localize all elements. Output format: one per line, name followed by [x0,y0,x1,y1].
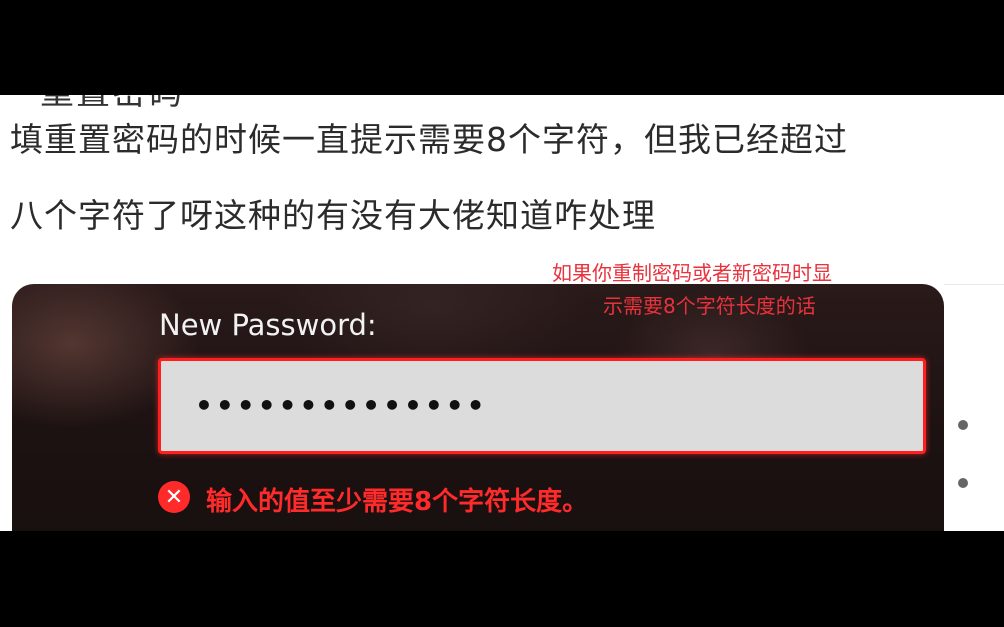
new-password-label: New Password: [159,308,377,342]
bullet-dot [958,420,968,430]
screenshot-frame: 重置密码 填重置密码的时候一直提示需要8个字符，但我已经超过 八个字符了呀这种的… [0,95,1004,531]
bullet-dot [958,478,968,488]
error-message: 输入的值至少需要8个字符长度。 [206,487,589,517]
new-password-input[interactable]: •••••••••••••• [158,358,926,454]
clipped-heading: 重置密码 [40,95,184,114]
divider [944,284,1004,285]
password-masked-value: •••••••••••••• [195,389,488,422]
annotation-line-1: 如果你重制密码或者新密码时显 [552,261,832,285]
letterbox-bottom [0,531,1004,627]
post-text-line-2: 八个字符了呀这种的有没有大佬知道咋处理 [10,196,656,235]
x-circle-icon: ✕ [158,481,190,513]
annotation-line-2: 示需要8个字符长度的话 [603,294,816,318]
post-text-line-1: 填重置密码的时候一直提示需要8个字符，但我已经超过 [10,120,848,159]
letterbox-top [0,0,1004,95]
password-reset-panel: New Password: •••••••••••••• ✕ 输入的值至少需要8… [12,284,944,531]
